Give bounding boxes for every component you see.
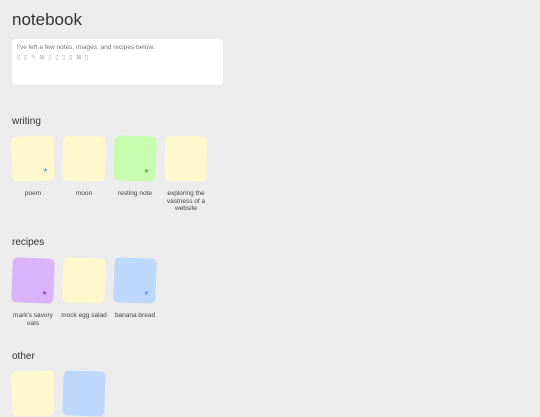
note-moon[interactable]: moon — [62, 135, 113, 198]
note-card[interactable]: * — [11, 257, 55, 304]
intro-glyphs: ▯ ▯ ✎ ⊞ ▯ ▯ ▯ ▯ ⊠ ▯ — [17, 55, 90, 61]
star-icon: * — [143, 289, 149, 302]
note-label: mock egg salad — [61, 312, 107, 319]
note-card[interactable] — [62, 370, 106, 417]
page-title: notebook — [12, 10, 82, 29]
note-marks-savory-oats[interactable]: * mark's savory oats — [11, 257, 62, 327]
section-title-writing: writing — [12, 116, 41, 127]
note-label: moon — [75, 190, 93, 197]
intro-box: I've left a few notes, images, and recip… — [12, 39, 223, 85]
note-label: banana bread — [114, 312, 156, 319]
note-card[interactable] — [11, 370, 55, 417]
note-banana-bread[interactable]: * banana bread — [113, 257, 164, 320]
section-title-other: other — [12, 351, 35, 362]
star-icon: * — [43, 166, 48, 179]
section-title-recipes: recipes — [12, 237, 45, 248]
note-resting-note[interactable]: * resting note — [113, 135, 164, 198]
note-label: resting note — [118, 190, 152, 197]
note-other-1[interactable] — [11, 370, 62, 417]
note-label: mark's savory oats — [13, 312, 53, 327]
note-card[interactable]: * — [11, 135, 55, 182]
note-card[interactable] — [62, 257, 106, 304]
note-label: poem — [24, 190, 42, 197]
note-exploring-website[interactable]: exploring the vastness of a website — [164, 135, 215, 213]
note-card[interactable] — [62, 135, 106, 182]
note-card[interactable] — [164, 135, 208, 182]
note-mock-egg-salad[interactable]: mock egg salad — [61, 257, 113, 320]
note-other-2[interactable] — [62, 370, 113, 417]
note-card[interactable]: * — [113, 135, 157, 182]
intro-text: I've left a few notes, images, and recip… — [17, 44, 155, 51]
note-poem[interactable]: * poem — [11, 135, 62, 198]
note-label: exploring the vastness of a website — [166, 190, 206, 212]
note-card[interactable]: * — [113, 257, 157, 304]
star-icon: * — [143, 167, 149, 180]
star-icon: * — [41, 289, 47, 302]
